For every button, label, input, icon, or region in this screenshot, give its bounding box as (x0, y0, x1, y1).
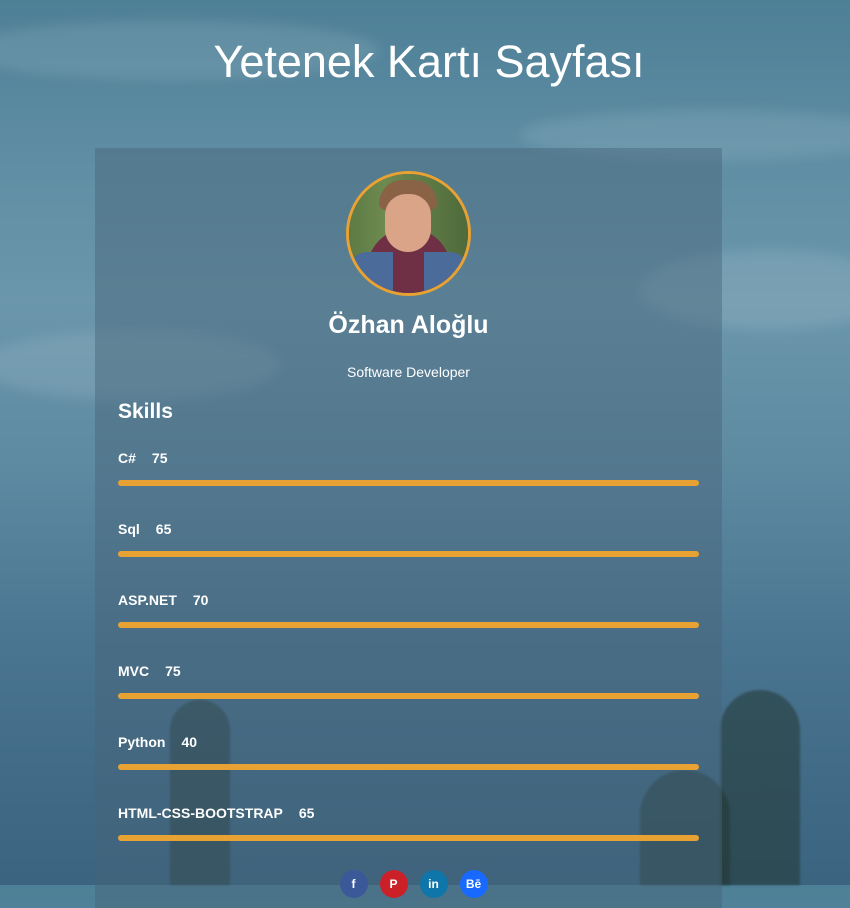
skill-label: Python 40 (118, 734, 699, 750)
profile-role: Software Developer (347, 364, 470, 380)
skill-row: HTML-CSS-BOOTSTRAP 65 (118, 805, 699, 841)
skill-value: 40 (181, 734, 198, 750)
skill-progress-bar (118, 551, 699, 557)
behance-icon[interactable]: Bē (459, 870, 488, 898)
skill-progress-bar (118, 622, 699, 628)
page-title: Yetenek Kartı Sayfası (213, 36, 645, 87)
skill-progress-fill (118, 480, 699, 486)
skill-progress-bar (118, 480, 699, 486)
skill-name: C# (118, 450, 136, 466)
skill-label: C# 75 (118, 450, 699, 466)
skill-name: Sql (118, 521, 140, 537)
skill-label: Sql 65 (118, 521, 699, 537)
skill-value: 70 (192, 592, 209, 608)
skill-progress-bar (118, 764, 699, 770)
profile-name: Özhan Aloğlu (328, 311, 489, 339)
skill-name: HTML-CSS-BOOTSTRAP (118, 805, 283, 821)
skill-row: ASP.NET 70 (118, 592, 699, 628)
skill-label: HTML-CSS-BOOTSTRAP 65 (118, 805, 699, 821)
skill-name: ASP.NET (118, 592, 177, 608)
skill-progress-bar (118, 693, 699, 699)
skill-progress-fill (118, 764, 699, 770)
skill-row: Sql 65 (118, 521, 699, 557)
skill-row: C# 75 (118, 450, 699, 486)
skill-name: Python (118, 734, 166, 750)
skill-card: Özhan Aloğlu Software Developer Skills C… (95, 148, 722, 908)
pinterest-icon[interactable]: P (379, 870, 408, 898)
skills-heading: Skills (118, 400, 173, 423)
skill-label: ASP.NET 70 (118, 592, 699, 608)
skill-value: 65 (155, 521, 172, 537)
linkedin-icon[interactable]: in (419, 870, 448, 898)
skill-row: Python 40 (118, 734, 699, 770)
skill-progress-fill (118, 551, 699, 557)
skill-name: MVC (118, 663, 150, 679)
skill-progress-bar (118, 835, 699, 841)
facebook-icon[interactable]: f (339, 870, 368, 898)
skill-value: 75 (151, 450, 168, 466)
skill-progress-fill (118, 622, 699, 628)
skill-value: 65 (298, 805, 315, 821)
skill-label: MVC 75 (118, 663, 699, 679)
avatar (346, 171, 471, 296)
skill-progress-fill (118, 835, 699, 841)
skill-progress-fill (118, 693, 699, 699)
skill-row: MVC 75 (118, 663, 699, 699)
skill-value: 75 (165, 663, 181, 679)
social-links: f Pin Bē (95, 870, 722, 898)
